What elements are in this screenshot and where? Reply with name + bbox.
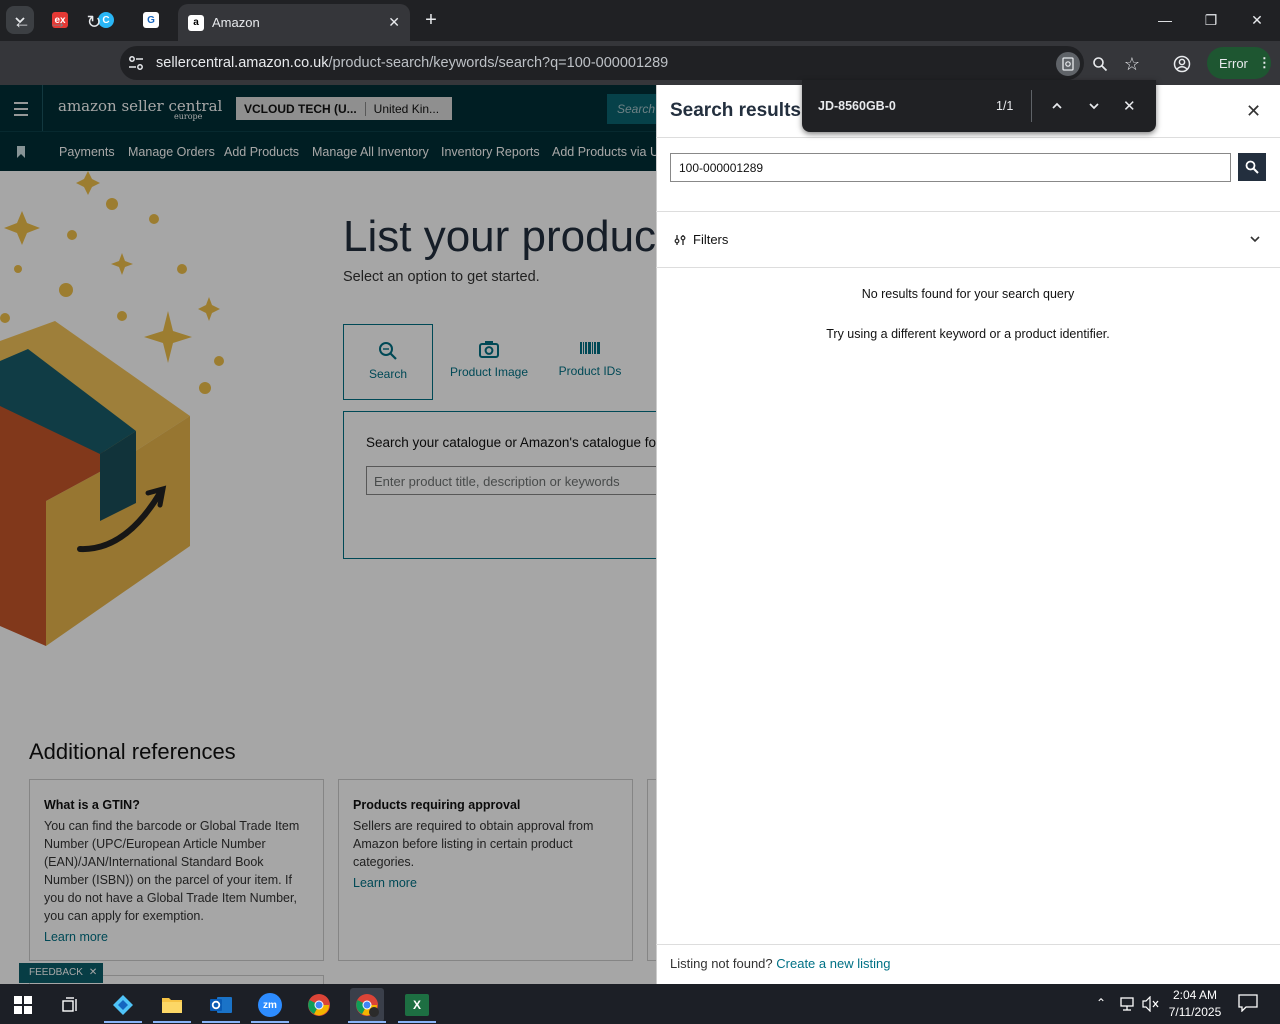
- panel-footer: Listing not found? Create a new listing: [670, 956, 890, 971]
- profile-error-button[interactable]: Error ⋮: [1207, 47, 1271, 79]
- network-icon[interactable]: [1118, 996, 1136, 1012]
- bookmark-star-icon[interactable]: ☆: [1120, 52, 1144, 76]
- no-results-hint: Try using a different keyword or a produ…: [826, 327, 1110, 341]
- reload-icon[interactable]: ↻: [80, 8, 108, 36]
- listing-not-found-text: Listing not found?: [670, 956, 773, 971]
- find-close-icon[interactable]: ✕: [1123, 97, 1136, 115]
- address-bar[interactable]: sellercentral.amazon.co.uk/product-searc…: [120, 46, 1084, 80]
- notifications-icon[interactable]: [1238, 994, 1258, 1013]
- no-results-message: No results found for your search query: [861, 287, 1075, 301]
- filters-bottom-divider: [656, 267, 1280, 268]
- taskbar-indicator: [398, 1021, 436, 1023]
- panel-close-icon[interactable]: ✕: [1246, 101, 1261, 122]
- clock-time: 2:04 AM: [1172, 988, 1218, 1002]
- panel-footer-divider: [656, 944, 1280, 945]
- outlook-icon[interactable]: [204, 988, 238, 1022]
- filters-toggle[interactable]: Filters: [656, 212, 1280, 267]
- file-explorer-icon[interactable]: [155, 988, 189, 1022]
- panel-search-input[interactable]: 100-000001289: [670, 153, 1231, 182]
- windows-taskbar: [0, 984, 1280, 1024]
- pinned-tab-3[interactable]: G: [135, 6, 167, 34]
- taskbar-indicator: [202, 1021, 240, 1023]
- find-next-chevron-down-icon[interactable]: [1087, 99, 1101, 113]
- tab-close-icon[interactable]: ✕: [388, 14, 400, 31]
- site-settings-icon[interactable]: [128, 55, 144, 71]
- taskbar-indicator: [153, 1021, 191, 1023]
- panel-header-divider: [656, 137, 1280, 138]
- find-query-input[interactable]: JD-8560GB-0: [818, 99, 896, 113]
- amazon-favicon-icon: a: [188, 14, 204, 31]
- search-icon: [1245, 160, 1259, 174]
- back-arrow-icon[interactable]: ←: [8, 8, 36, 36]
- url-host: sellercentral.amazon.co.uk: [156, 55, 329, 71]
- minimize-icon[interactable]: —: [1142, 0, 1188, 40]
- chrome-icon[interactable]: [302, 988, 336, 1022]
- windows-start-icon[interactable]: [6, 988, 40, 1022]
- sliders-icon: [674, 234, 686, 245]
- error-label: Error: [1219, 55, 1248, 71]
- find-match-count: 1/1: [996, 99, 1014, 113]
- tray-chevron-up-icon[interactable]: ⌃: [1096, 996, 1106, 1010]
- close-window-icon[interactable]: ✕: [1234, 0, 1280, 40]
- g-favicon-icon: G: [143, 12, 159, 28]
- forward-arrow-icon[interactable]: →: [44, 8, 72, 36]
- find-previous-chevron-up-icon[interactable]: [1050, 99, 1064, 113]
- find-divider: [1031, 90, 1032, 122]
- taskbar-clock[interactable]: 2:04 AM 7/11/2025: [1164, 987, 1226, 1021]
- clock-date: 7/11/2025: [1168, 1005, 1222, 1019]
- active-tab[interactable]: a Amazon ✕: [178, 4, 410, 41]
- profile-icon[interactable]: [1170, 52, 1194, 76]
- zoom-icon[interactable]: [1088, 52, 1112, 76]
- zoom-app-icon[interactable]: zm: [253, 988, 287, 1022]
- chevron-down-icon[interactable]: [1249, 232, 1261, 244]
- panel-search-button[interactable]: [1238, 153, 1266, 181]
- find-in-page-icon[interactable]: [1056, 52, 1080, 76]
- more-vert-icon: ⋮: [1257, 55, 1271, 70]
- new-tab-plus-icon[interactable]: +: [420, 9, 442, 31]
- volume-muted-icon[interactable]: [1142, 995, 1160, 1013]
- url-path: /product-search/keywords/search?q=100-00…: [328, 55, 669, 71]
- create-listing-link[interactable]: Create a new listing: [776, 956, 890, 971]
- filters-label: Filters: [693, 232, 729, 247]
- restore-icon[interactable]: ❐: [1188, 0, 1234, 40]
- panel-title: Search results: [670, 100, 801, 121]
- task-view-icon[interactable]: [54, 988, 88, 1022]
- excel-icon[interactable]: X: [400, 988, 434, 1022]
- taskbar-indicator: [251, 1021, 289, 1023]
- app-diamond-icon[interactable]: [106, 988, 140, 1022]
- chrome-profile-icon[interactable]: [350, 988, 384, 1022]
- taskbar-indicator: [104, 1021, 142, 1023]
- tab-title: Amazon: [212, 15, 260, 30]
- taskbar-indicator: [348, 1021, 386, 1023]
